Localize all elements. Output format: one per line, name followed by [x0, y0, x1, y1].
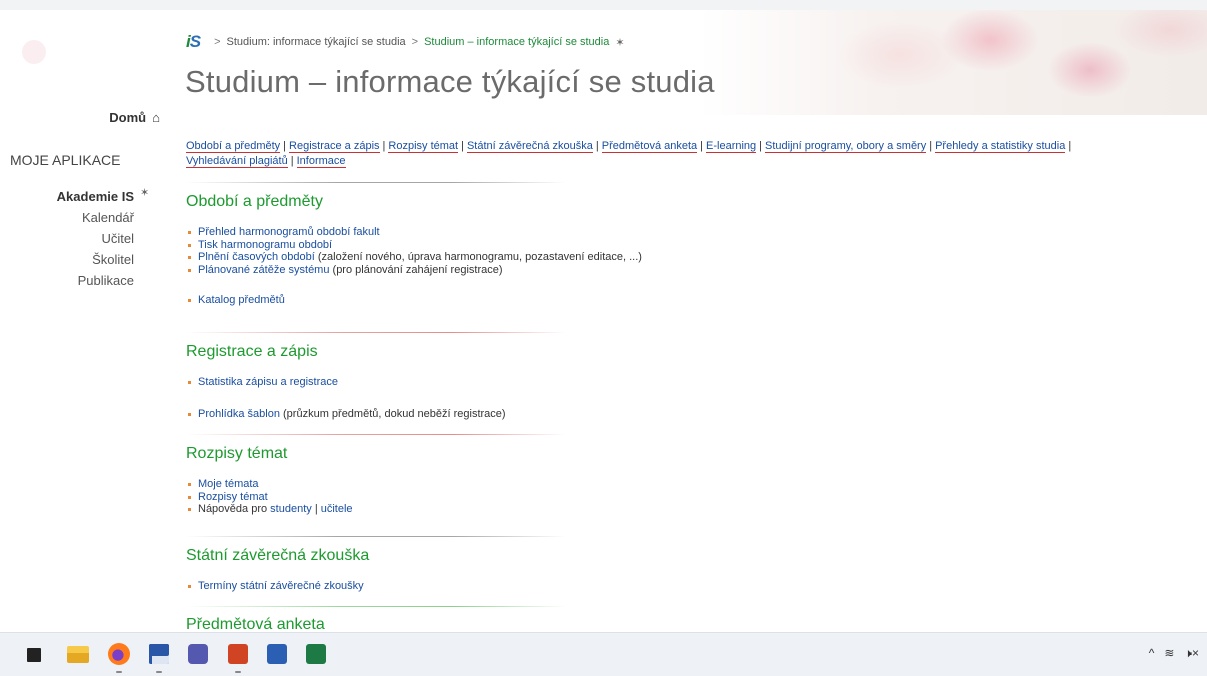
link-katalog-predmetu[interactable]: Katalog předmětů — [198, 294, 285, 306]
section-nav: Období a předměty | Registrace a zápis | Roz… — [186, 140, 1072, 168]
top-strip — [0, 0, 1207, 10]
link-statistika-zapisu[interactable]: Statistika zápisu a registrace — [198, 376, 338, 388]
tab-informace[interactable]: Informace — [296, 155, 346, 168]
link-prehled-harmonogramu[interactable]: Přehled harmonogramů období fakult — [198, 226, 380, 238]
volume-muted-icon[interactable]: 🕨× — [1184, 646, 1199, 661]
divider — [186, 182, 566, 183]
sidebar-item-ucitel[interactable]: Učitel — [0, 228, 134, 249]
list-item: Katalog předmětů — [186, 294, 642, 307]
list-item: Tisk harmonogramu období — [186, 239, 642, 252]
list-item: Přehled harmonogramů období fakult — [186, 226, 642, 239]
section-title-anketa: Předmětová anketa — [186, 616, 325, 632]
tab-anketa[interactable]: Předmětová anketa — [601, 140, 698, 153]
link-napoveda-ucitele[interactable]: učitele — [321, 503, 353, 515]
excel-icon[interactable] — [306, 644, 326, 664]
sidebar-item-skolitel[interactable]: Školitel — [0, 249, 134, 270]
tab-szz[interactable]: Státní závěrečná zkouška — [466, 140, 593, 153]
running-indicator — [116, 671, 122, 673]
sidebar-item-akademie-is[interactable]: Akademie IS — [0, 186, 134, 207]
list-item: Plnění časových období (založení nového,… — [186, 251, 642, 264]
system-tray: ^ ≋ 🕨× — [1149, 646, 1199, 661]
home-link[interactable]: Domů ⌂ — [0, 110, 160, 125]
powerpoint-icon[interactable] — [228, 644, 248, 664]
sidebar-app-list: Akademie IS Kalendář Učitel Školitel Pub… — [0, 186, 134, 291]
tab-rozpisy[interactable]: Rozpisy témat — [388, 140, 459, 153]
word-icon[interactable] — [267, 644, 287, 664]
running-indicator — [156, 671, 162, 673]
is-logo[interactable]: iS — [186, 32, 201, 52]
save-icon[interactable] — [149, 644, 169, 664]
list-item: Plánované zátěže systému (pro plánování … — [186, 264, 642, 277]
teams-icon[interactable] — [188, 644, 208, 664]
file-explorer-icon[interactable] — [67, 646, 89, 663]
section-title-registrace: Registrace a zápis — [186, 343, 318, 360]
sidebar-item-kalendar[interactable]: Kalendář — [0, 207, 134, 228]
main-content: Období a předměty | Registrace a zápis | Roz… — [178, 115, 1207, 632]
tab-elearning[interactable]: E-learning — [706, 140, 757, 153]
running-indicator — [235, 671, 241, 673]
tab-obdobi[interactable]: Období a předměty — [186, 140, 281, 153]
task-view-icon[interactable] — [27, 648, 41, 662]
list-item: Moje témata — [186, 478, 353, 491]
home-label: Domů — [109, 110, 147, 125]
list-obdobi: Přehled harmonogramů období fakult Tisk … — [186, 226, 642, 307]
pin-icon[interactable]: ✶ — [140, 186, 149, 199]
link-terminy-szz[interactable]: Termíny státní závěrečné zkoušky — [198, 580, 364, 592]
breadcrumb: iS > Studium: informace týkající se stud… — [186, 32, 625, 52]
section-title-obdobi: Období a předměty — [186, 193, 323, 210]
pin-icon[interactable]: ✶ — [615, 36, 624, 49]
breadcrumb-separator: > — [411, 36, 419, 48]
link-rozpisy-temat[interactable]: Rozpisy témat — [198, 491, 268, 503]
list-item: Rozpisy témat — [186, 491, 353, 504]
tab-programy[interactable]: Studijní programy, obory a směry — [765, 140, 927, 153]
list-registrace: Statistika zápisu a registrace Prohlídka… — [186, 376, 506, 420]
divider — [186, 536, 566, 537]
list-item: Prohlídka šablon (průzkum předmětů, doku… — [186, 408, 506, 421]
wifi-icon[interactable]: ≋ — [1164, 646, 1174, 661]
tab-registrace[interactable]: Registrace a zápis — [289, 140, 380, 153]
tab-prehledy[interactable]: Přehledy a statistiky studia — [935, 140, 1066, 153]
link-plneni-obdobi[interactable]: Plnění časových období — [198, 251, 315, 263]
list-item: Termíny státní závěrečné zkoušky — [186, 580, 364, 593]
taskbar: ^ ≋ 🕨× — [0, 632, 1207, 676]
list-item: Nápověda pro studenty | učitele — [186, 503, 353, 516]
sidebar-item-publikace[interactable]: Publikace — [0, 270, 134, 291]
tab-plagiaty[interactable]: Vyhledávání plagiátů — [186, 155, 288, 168]
link-prohlidka-sablon[interactable]: Prohlídka šablon — [198, 408, 280, 420]
divider — [186, 606, 566, 607]
my-apps-heading: MOJE APLIKACE — [10, 152, 121, 168]
list-rozpisy: Moje témata Rozpisy témat Nápověda pro s… — [186, 478, 353, 516]
decorative-dot — [22, 40, 46, 64]
header-blossom-image — [700, 10, 1207, 115]
list-szz: Termíny státní závěrečné zkoušky — [186, 580, 364, 593]
divider — [186, 332, 566, 333]
link-napoveda-studenty[interactable]: studenty — [270, 503, 312, 515]
section-title-szz: Státní závěrečná zkouška — [186, 547, 370, 564]
breadcrumb-separator: > — [214, 36, 221, 48]
tray-chevron-icon[interactable]: ^ — [1149, 646, 1155, 661]
link-tisk-harmonogramu[interactable]: Tisk harmonogramu období — [198, 239, 332, 251]
list-item: Statistika zápisu a registrace — [186, 376, 506, 389]
firefox-icon[interactable] — [108, 643, 130, 665]
section-title-rozpisy: Rozpisy témat — [186, 445, 288, 462]
link-planovane-zateze[interactable]: Plánované zátěže systému — [198, 264, 329, 276]
breadcrumb-current: Studium – informace týkající se studia — [424, 36, 610, 48]
breadcrumb-parent[interactable]: Studium: informace týkající se studia — [227, 36, 406, 48]
page-title: Studium – informace týkající se studia — [185, 64, 715, 99]
home-icon: ⌂ — [152, 110, 160, 125]
divider — [186, 434, 566, 435]
link-moje-temata[interactable]: Moje témata — [198, 478, 259, 490]
